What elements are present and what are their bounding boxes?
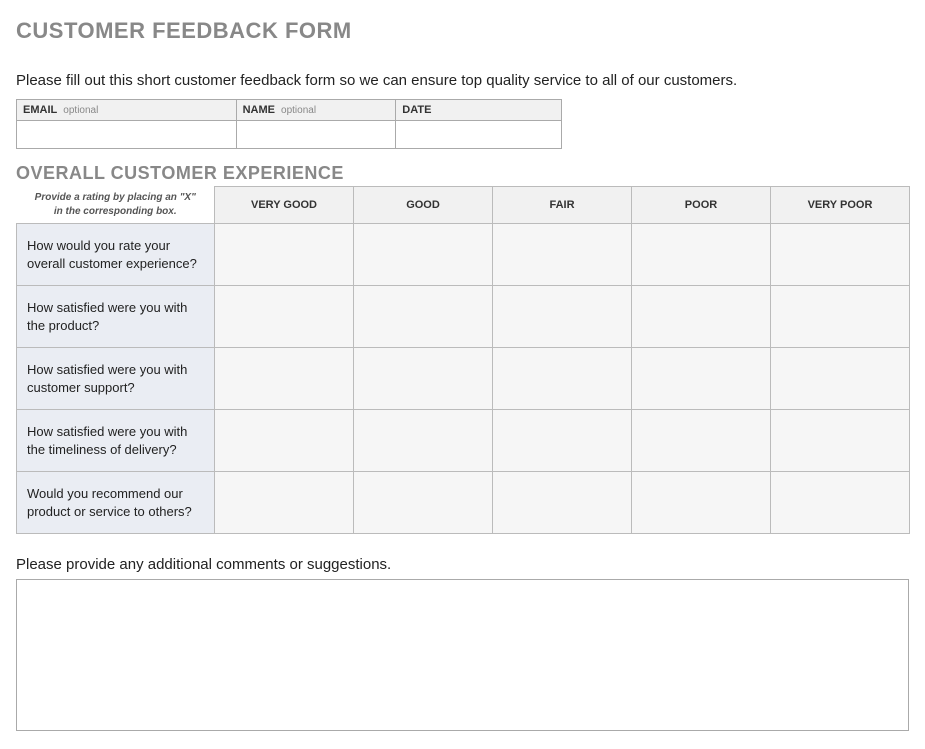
answer-cell[interactable] — [771, 410, 910, 472]
answer-cell[interactable] — [215, 472, 354, 534]
rating-col-poor: POOR — [632, 187, 771, 224]
rating-instruction-cell: Provide a rating by placing an "X" in th… — [17, 187, 215, 224]
email-header-label: EMAIL — [23, 104, 57, 116]
answer-cell[interactable] — [632, 286, 771, 348]
comments-prompt: Please provide any additional comments o… — [16, 556, 909, 573]
answer-cell[interactable] — [215, 348, 354, 410]
answer-cell[interactable] — [632, 410, 771, 472]
comments-box[interactable] — [16, 579, 909, 731]
answer-cell[interactable] — [215, 410, 354, 472]
answer-cell[interactable] — [493, 348, 632, 410]
contact-table: EMAIL optional NAME optional DATE — [16, 99, 562, 149]
question-cell: How satisfied were you with the timeline… — [17, 410, 215, 472]
question-cell: How would you rate your overall customer… — [17, 224, 215, 286]
answer-cell[interactable] — [771, 224, 910, 286]
answer-cell[interactable] — [632, 472, 771, 534]
date-header-label: DATE — [402, 104, 431, 116]
answer-cell[interactable] — [493, 286, 632, 348]
answer-cell[interactable] — [632, 224, 771, 286]
answer-cell[interactable] — [354, 286, 493, 348]
intro-text: Please fill out this short customer feed… — [16, 72, 909, 89]
rating-col-fair: FAIR — [493, 187, 632, 224]
rating-col-verypoor: VERY POOR — [771, 187, 910, 224]
email-header: EMAIL optional — [17, 100, 237, 121]
section-heading: OVERALL CUSTOMER EXPERIENCE — [16, 163, 909, 184]
answer-cell[interactable] — [493, 224, 632, 286]
answer-cell[interactable] — [215, 286, 354, 348]
name-header-optional: optional — [281, 105, 316, 116]
name-header: NAME optional — [236, 100, 396, 121]
answer-cell[interactable] — [771, 286, 910, 348]
answer-cell[interactable] — [771, 472, 910, 534]
rating-col-good: GOOD — [354, 187, 493, 224]
name-input-cell[interactable] — [236, 121, 396, 149]
answer-cell[interactable] — [632, 348, 771, 410]
email-input-cell[interactable] — [17, 121, 237, 149]
answer-cell[interactable] — [354, 472, 493, 534]
date-input-cell[interactable] — [396, 121, 562, 149]
answer-cell[interactable] — [354, 410, 493, 472]
answer-cell[interactable] — [771, 348, 910, 410]
name-header-label: NAME — [243, 104, 275, 116]
question-cell: How satisfied were you with the product? — [17, 286, 215, 348]
email-header-optional: optional — [63, 105, 98, 116]
form-title: CUSTOMER FEEDBACK FORM — [16, 18, 909, 44]
answer-cell[interactable] — [493, 410, 632, 472]
answer-cell[interactable] — [493, 472, 632, 534]
question-cell: Would you recommend our product or servi… — [17, 472, 215, 534]
rating-instruction-line1: Provide a rating by placing an "X" — [35, 192, 196, 203]
rating-table: Provide a rating by placing an "X" in th… — [16, 186, 910, 534]
question-cell: How satisfied were you with customer sup… — [17, 348, 215, 410]
date-header: DATE — [396, 100, 562, 121]
answer-cell[interactable] — [354, 224, 493, 286]
rating-col-verygood: VERY GOOD — [215, 187, 354, 224]
answer-cell[interactable] — [354, 348, 493, 410]
answer-cell[interactable] — [215, 224, 354, 286]
rating-instruction-line2: in the corresponding box. — [54, 206, 177, 217]
